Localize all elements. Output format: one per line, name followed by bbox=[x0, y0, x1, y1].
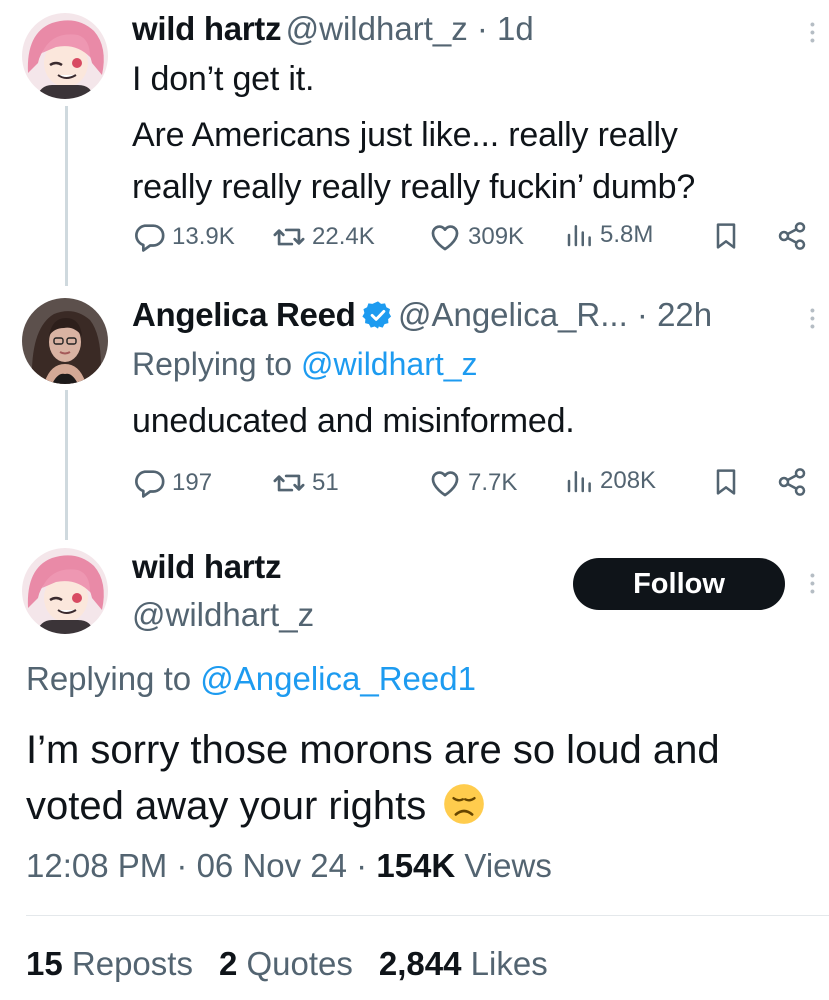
main-author-handle[interactable]: @wildhart_z bbox=[132, 596, 314, 634]
likes-label: Likes bbox=[470, 945, 548, 982]
views-count: 154K bbox=[376, 847, 456, 884]
views-button[interactable]: 208K bbox=[564, 466, 656, 496]
reposts-count: 15 bbox=[26, 945, 63, 982]
main-replying-to: Replying to @Angelica_Reed1 bbox=[26, 660, 476, 698]
main-author-name[interactable]: wild hartz bbox=[132, 548, 281, 586]
more-icon[interactable]: • • • bbox=[810, 303, 815, 333]
views-button[interactable]: 5.8M bbox=[564, 220, 653, 250]
avatar-wild-hartz[interactable] bbox=[22, 13, 108, 99]
tweet1-author-name[interactable]: wild hartz bbox=[132, 10, 281, 47]
repost-icon bbox=[272, 466, 306, 500]
disappointed-face-emoji bbox=[444, 784, 485, 824]
share-button[interactable] bbox=[776, 466, 808, 498]
tweet2-replying-to: Replying to @wildhart_z bbox=[132, 346, 478, 383]
bookmark-button[interactable] bbox=[710, 220, 742, 252]
heart-icon bbox=[428, 220, 462, 254]
share-icon bbox=[776, 466, 808, 498]
tweet1-timestamp[interactable]: 1d bbox=[497, 10, 534, 47]
like-button[interactable]: 309K bbox=[428, 220, 524, 254]
tweet1-line: I don’t get it. bbox=[132, 60, 315, 98]
reply-count: 13.9K bbox=[172, 223, 235, 250]
views-icon bbox=[564, 466, 594, 496]
more-icon[interactable]: • • • bbox=[810, 17, 815, 47]
replying-to-link[interactable]: @Angelica_Reed1 bbox=[200, 660, 476, 697]
more-icon[interactable]: • • • bbox=[810, 568, 815, 598]
repost-count: 22.4K bbox=[312, 223, 375, 250]
likes-count: 2,844 bbox=[378, 945, 462, 982]
like-count: 7.7K bbox=[468, 469, 518, 496]
avatar-wild-hartz[interactable] bbox=[22, 548, 108, 634]
tweet1-author-handle[interactable]: @wildhart_z bbox=[286, 10, 468, 47]
bookmark-button[interactable] bbox=[710, 466, 742, 498]
heart-icon bbox=[428, 466, 462, 500]
repost-icon bbox=[272, 220, 306, 254]
replying-to-label: Replying to bbox=[26, 660, 201, 697]
reply-icon bbox=[132, 220, 166, 254]
reposts-label: Reposts bbox=[71, 945, 193, 982]
quotes-count: 2 bbox=[218, 945, 238, 982]
thread-line bbox=[65, 390, 68, 540]
quotes-stat[interactable]: 2 Quotes bbox=[219, 945, 353, 982]
repost-button[interactable]: 51 bbox=[272, 466, 339, 500]
tweet-time[interactable]: 12:08 PM bbox=[26, 847, 167, 884]
main-tweet-line: I’m sorry those morons are so loud and bbox=[26, 728, 720, 772]
tweet2-header: Angelica Reed @Angelica_R... · 22h bbox=[132, 296, 712, 334]
tweet1-header: wild hartz @wildhart_z · 1d bbox=[132, 10, 534, 48]
main-tweet-text: I’m sorry those morons are so loud and v… bbox=[26, 722, 816, 834]
replying-to-label: Replying to bbox=[132, 346, 301, 382]
tweet2-text: uneducated and misinformed. bbox=[132, 402, 575, 440]
thread-line bbox=[65, 106, 68, 286]
share-button[interactable] bbox=[776, 220, 808, 252]
separator-dot: · bbox=[167, 847, 197, 884]
tweet1-line: really really really really fuckin’ dumb… bbox=[132, 168, 696, 206]
main-tweet-line-text: voted away your rights bbox=[26, 784, 427, 828]
divider bbox=[26, 915, 829, 916]
reply-count: 197 bbox=[172, 469, 213, 496]
views-icon bbox=[564, 220, 594, 250]
quotes-label: Quotes bbox=[246, 945, 353, 982]
separator-dot: · bbox=[467, 10, 498, 47]
main-tweet-line: voted away your rights bbox=[26, 778, 816, 834]
follow-button[interactable]: Follow bbox=[573, 558, 785, 610]
reply-button[interactable]: 13.9K bbox=[132, 220, 235, 254]
reply-button[interactable]: 197 bbox=[132, 466, 212, 500]
views-label: Views bbox=[464, 847, 552, 884]
replying-to-link[interactable]: @wildhart_z bbox=[301, 346, 478, 382]
like-button[interactable]: 7.7K bbox=[428, 466, 517, 500]
reply-icon bbox=[132, 466, 166, 500]
tweet2-author-handle[interactable]: @Angelica_R... bbox=[398, 296, 628, 333]
engagement-stats: 15 Reposts 2 Quotes 2,844 Likes bbox=[26, 945, 574, 983]
bookmark-icon bbox=[710, 466, 742, 498]
tweet1-text: I don’t get it. Are Americans just like.… bbox=[132, 56, 695, 210]
tweet2-timestamp[interactable]: 22h bbox=[657, 296, 712, 333]
reposts-stat[interactable]: 15 Reposts bbox=[26, 945, 193, 982]
views-count: 5.8M bbox=[600, 221, 654, 248]
like-count: 309K bbox=[468, 223, 525, 250]
separator-dot: · bbox=[347, 847, 377, 884]
separator-dot: · bbox=[627, 296, 658, 333]
views-count: 208K bbox=[600, 467, 657, 494]
repost-count: 51 bbox=[312, 469, 339, 496]
bookmark-icon bbox=[710, 220, 742, 252]
verified-badge-icon bbox=[361, 301, 391, 329]
tweet1-line: Are Americans just like... really really bbox=[132, 116, 678, 154]
repost-button[interactable]: 22.4K bbox=[272, 220, 375, 254]
share-icon bbox=[776, 220, 808, 252]
main-tweet-meta: 12:08 PM · 06 Nov 24 · 154K Views bbox=[26, 847, 552, 885]
tweet-date[interactable]: 06 Nov 24 bbox=[197, 847, 347, 884]
avatar-angelica-reed[interactable] bbox=[22, 298, 108, 384]
tweet2-author-name[interactable]: Angelica Reed bbox=[132, 296, 356, 333]
likes-stat[interactable]: 2,844 Likes bbox=[379, 945, 548, 982]
